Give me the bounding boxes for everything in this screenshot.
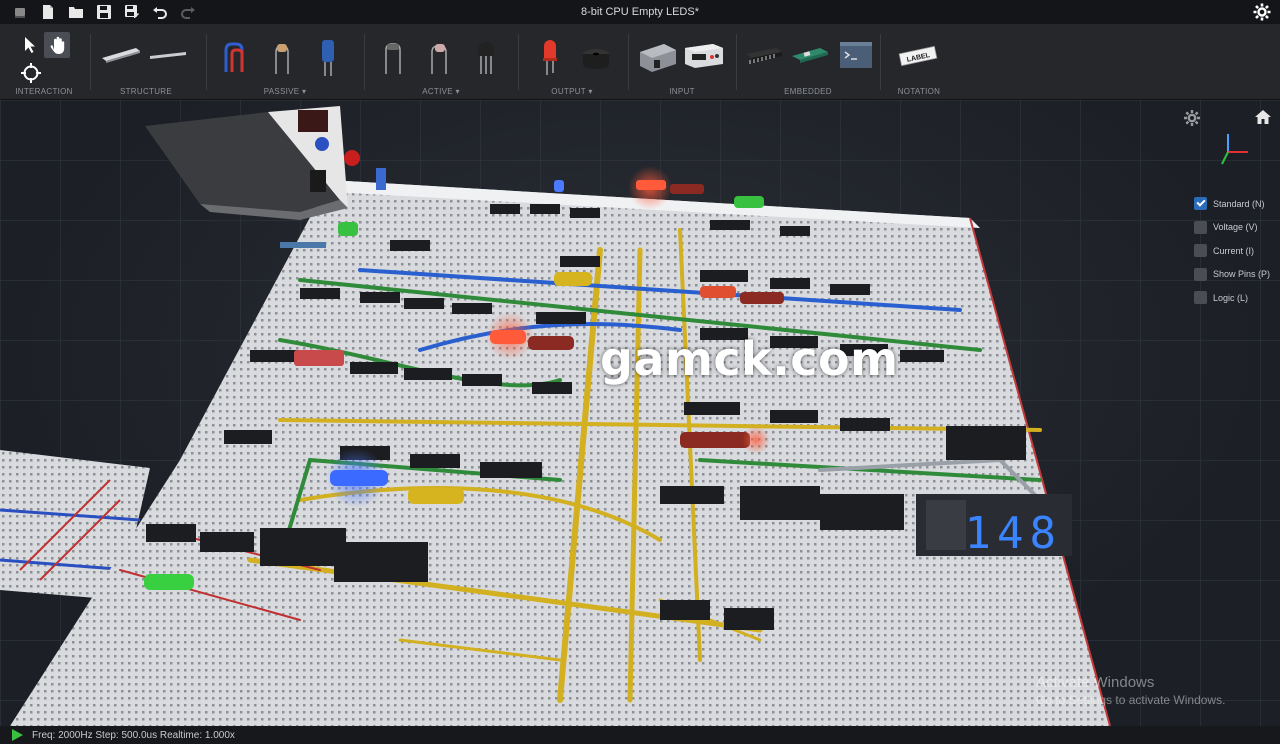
diode-icon[interactable] bbox=[372, 32, 416, 80]
group-embedded: EMBEDDED bbox=[740, 24, 876, 100]
group-label-text: ACTIVE bbox=[422, 87, 453, 96]
app-logo-icon bbox=[8, 2, 32, 22]
toolbar-divider bbox=[628, 34, 629, 90]
capacitor-icon[interactable] bbox=[306, 32, 350, 80]
breadboard-scene[interactable]: 148 bbox=[0, 100, 1280, 726]
windows-activation-notice: Activate Windows Go to Settings to activ… bbox=[1036, 674, 1225, 707]
resistor-lead-icon[interactable] bbox=[418, 32, 462, 80]
gear-icon[interactable] bbox=[1252, 2, 1272, 22]
group-notation: LABEL NOTATION bbox=[884, 24, 954, 100]
gear-icon[interactable] bbox=[1182, 108, 1202, 128]
led-icon[interactable] bbox=[528, 32, 572, 80]
group-label: STRUCTURE bbox=[119, 87, 173, 96]
watermark-text: gamck.com bbox=[600, 332, 899, 386]
group-active: ACTIVE ▾ bbox=[368, 24, 514, 100]
toggle-label: Voltage (V) bbox=[1213, 222, 1258, 233]
open-folder-icon[interactable] bbox=[64, 2, 88, 22]
resistor-icon[interactable] bbox=[260, 32, 304, 80]
hand-pan-icon[interactable] bbox=[44, 32, 70, 58]
toolbar-divider bbox=[364, 34, 365, 90]
axis-gizmo-icon[interactable] bbox=[1214, 130, 1254, 170]
checkbox[interactable] bbox=[1194, 220, 1207, 234]
redo-icon[interactable] bbox=[176, 2, 200, 22]
ic-chip-icon[interactable] bbox=[742, 32, 786, 80]
terminal-icon[interactable] bbox=[834, 32, 878, 80]
group-label-text: OUTPUT bbox=[551, 87, 586, 96]
new-file-icon[interactable] bbox=[36, 2, 60, 22]
transistor-icon[interactable] bbox=[464, 32, 508, 80]
toggle-standard[interactable]: Standard (N) bbox=[1194, 192, 1270, 216]
activation-subtitle: Go to Settings to activate Windows. bbox=[1036, 693, 1226, 707]
group-label: OUTPUT ▾ bbox=[522, 87, 622, 96]
seven-segment-display: 148 bbox=[916, 494, 1072, 559]
buzzer-icon[interactable] bbox=[574, 32, 618, 80]
group-input: INPUT bbox=[632, 24, 732, 100]
breadboard-icon[interactable] bbox=[98, 32, 142, 80]
component-toolbar: INTERACTION STRUCTURE PASSIVE ▾ ACTIVE ▾… bbox=[0, 24, 1280, 100]
save-as-icon[interactable] bbox=[120, 2, 144, 22]
toolbar-divider bbox=[736, 34, 737, 90]
label-tag-icon[interactable]: LABEL bbox=[896, 32, 940, 80]
group-interaction: INTERACTION bbox=[6, 24, 82, 100]
switch-icon[interactable] bbox=[636, 32, 680, 80]
toolbar-divider bbox=[518, 34, 519, 90]
group-label: EMBEDDED bbox=[784, 87, 832, 96]
save-icon[interactable] bbox=[92, 2, 116, 22]
toolbar-divider bbox=[206, 34, 207, 90]
checkbox[interactable] bbox=[1194, 244, 1207, 258]
chevron-down-icon[interactable]: ▾ bbox=[588, 87, 592, 96]
toggle-label: Show Pins (P) bbox=[1213, 269, 1271, 280]
group-label: INTERACTION bbox=[15, 87, 73, 96]
app-window: 8-bit CPU Empty LEDS* INTERACTION STRUCT… bbox=[0, 0, 1280, 744]
display-digits: 148 bbox=[965, 508, 1062, 559]
toggle-show-pins[interactable]: Show Pins (P) bbox=[1194, 263, 1270, 287]
undo-icon[interactable] bbox=[148, 2, 172, 22]
checkbox[interactable] bbox=[1194, 291, 1207, 305]
wire-strip-icon[interactable] bbox=[146, 32, 190, 80]
power-supply-icon[interactable] bbox=[682, 32, 726, 80]
play-icon[interactable] bbox=[10, 728, 24, 742]
toolbar-divider bbox=[880, 34, 881, 90]
toggle-label: Logic (L) bbox=[1213, 292, 1249, 303]
circuit-viewport[interactable]: 148 gamck.com Standard (N) Voltage (V) C… bbox=[0, 100, 1280, 726]
group-label: NOTATION bbox=[897, 87, 941, 96]
view-mode-panel: Standard (N) Voltage (V) Current (I) Sho… bbox=[1194, 192, 1270, 310]
chevron-down-icon[interactable]: ▾ bbox=[455, 87, 459, 96]
toggle-voltage[interactable]: Voltage (V) bbox=[1194, 216, 1270, 240]
group-output: OUTPUT ▾ bbox=[522, 24, 622, 100]
group-label: ACTIVE ▾ bbox=[368, 87, 514, 96]
status-bar: Freq: 2000Hz Step: 500.0us Realtime: 1.0… bbox=[0, 726, 1280, 744]
toggle-label: Current (I) bbox=[1213, 245, 1255, 256]
group-structure: STRUCTURE bbox=[94, 24, 198, 100]
select-arrow-icon[interactable] bbox=[16, 32, 42, 58]
toolbar-divider bbox=[90, 34, 91, 90]
simulation-status: Freq: 2000Hz Step: 500.0us Realtime: 1.0… bbox=[32, 729, 235, 741]
wire-icon[interactable] bbox=[214, 32, 258, 80]
group-label: INPUT bbox=[669, 87, 695, 96]
microcontroller-icon[interactable] bbox=[788, 32, 832, 80]
checkbox[interactable] bbox=[1194, 267, 1207, 281]
group-passive: PASSIVE ▾ bbox=[210, 24, 360, 100]
checkbox[interactable] bbox=[1194, 197, 1207, 211]
chevron-down-icon[interactable]: ▾ bbox=[302, 87, 306, 96]
title-bar: 8-bit CPU Empty LEDS* bbox=[0, 0, 1280, 24]
activation-title: Activate Windows bbox=[1036, 674, 1155, 691]
toggle-label: Standard (N) bbox=[1213, 198, 1265, 209]
group-label-text: PASSIVE bbox=[263, 87, 300, 96]
crosshair-icon[interactable] bbox=[18, 60, 44, 86]
toggle-logic[interactable]: Logic (L) bbox=[1194, 286, 1270, 310]
home-icon[interactable] bbox=[1254, 108, 1272, 126]
toggle-current[interactable]: Current (I) bbox=[1194, 239, 1270, 263]
group-label: PASSIVE ▾ bbox=[210, 87, 360, 96]
